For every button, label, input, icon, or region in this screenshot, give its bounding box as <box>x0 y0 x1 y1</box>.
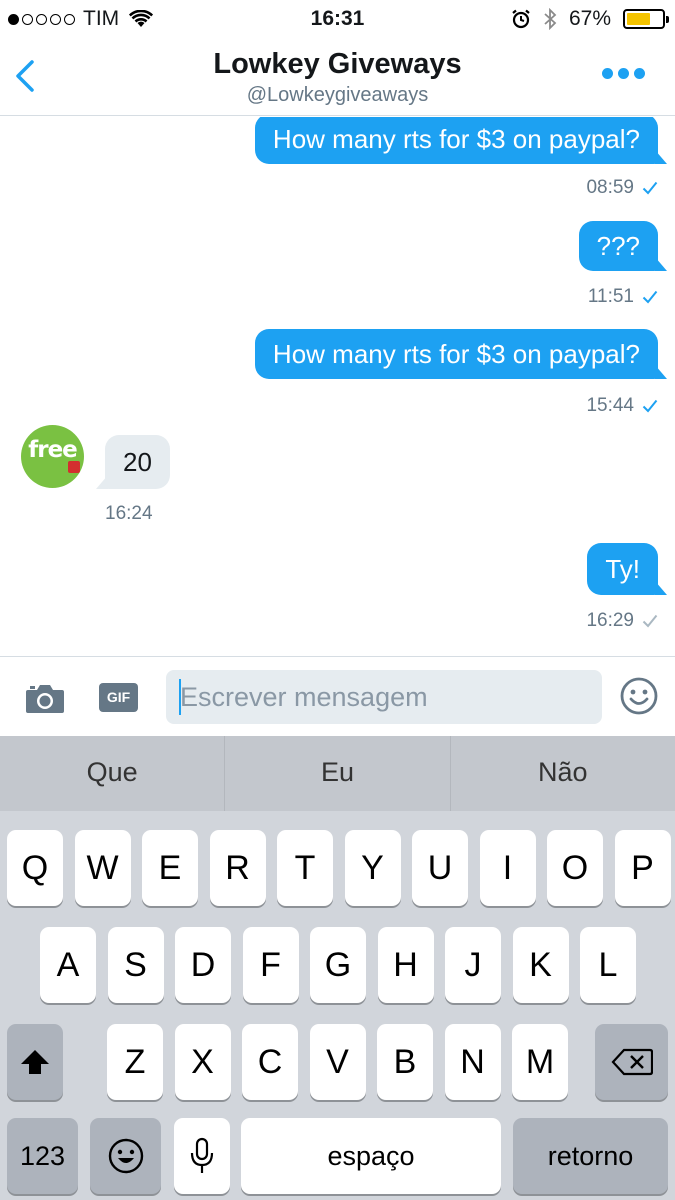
numbers-key[interactable]: 123 <box>7 1118 78 1194</box>
conversation-title[interactable]: Lowkey Giveways <box>0 48 675 81</box>
key-p[interactable]: P <box>614 830 671 906</box>
on-screen-keyboard: Que Eu Não QWERTYUIOP ASDFGHJKL ZXCVBNM 12… <box>0 736 675 1200</box>
microphone-icon <box>190 1137 214 1173</box>
gif-button[interactable]: GIF <box>99 683 138 712</box>
conversation-header: Lowkey Giveways @Lowkeygiveaways <box>0 38 675 116</box>
message-meta: 15:44 <box>586 395 658 417</box>
suggestion-item[interactable]: Que <box>0 736 226 811</box>
key-r[interactable]: R <box>209 830 266 906</box>
more-options-button[interactable] <box>602 68 645 79</box>
key-z[interactable]: Z <box>107 1024 163 1100</box>
message-bubble[interactable]: How many rts for $3 on paypal? <box>254 117 668 164</box>
emoji-keyboard-key[interactable] <box>90 1118 161 1194</box>
space-key[interactable]: espaço <box>241 1118 501 1194</box>
status-bar: TIM 16:31 67% <box>0 0 675 38</box>
key-t[interactable]: T <box>277 830 333 906</box>
message-bubble[interactable]: ??? <box>578 221 668 271</box>
key-q[interactable]: Q <box>7 830 63 906</box>
backspace-icon <box>611 1048 653 1076</box>
key-w[interactable]: W <box>74 830 131 906</box>
message-composer: GIF <box>0 656 675 736</box>
sent-check-icon <box>642 614 658 628</box>
message-bubble[interactable]: 20 <box>96 435 170 489</box>
key-u[interactable]: U <box>412 830 468 906</box>
message-meta: 08:59 <box>586 177 658 199</box>
message-bubble[interactable]: How many rts for $3 on paypal? <box>254 329 668 379</box>
bluetooth-icon <box>544 8 557 30</box>
dictation-key[interactable] <box>174 1118 230 1194</box>
key-c[interactable]: C <box>242 1024 298 1100</box>
avatar[interactable]: free <box>21 425 84 488</box>
key-l[interactable]: L <box>580 927 636 1003</box>
key-g[interactable]: G <box>310 927 366 1003</box>
key-s[interactable]: S <box>107 927 164 1003</box>
message-time: 16:29 <box>586 610 634 631</box>
key-a[interactable]: A <box>40 927 96 1003</box>
key-n[interactable]: N <box>444 1024 501 1100</box>
delete-key[interactable] <box>595 1024 668 1100</box>
return-key[interactable]: retorno <box>513 1118 668 1194</box>
key-x[interactable]: X <box>174 1024 231 1100</box>
suggestion-item[interactable]: Eu <box>225 736 451 811</box>
smiley-icon <box>620 677 658 715</box>
key-d[interactable]: D <box>175 927 231 1003</box>
emoji-button[interactable] <box>620 677 658 715</box>
key-k[interactable]: K <box>512 927 569 1003</box>
key-e[interactable]: E <box>142 830 198 906</box>
read-check-icon <box>642 290 658 304</box>
camera-icon <box>26 685 64 713</box>
key-o[interactable]: O <box>547 830 603 906</box>
key-f[interactable]: F <box>242 927 299 1003</box>
message-meta: 16:29 <box>586 610 658 632</box>
message-input[interactable] <box>166 670 602 724</box>
message-bubble[interactable]: Ty! <box>587 543 667 595</box>
camera-button[interactable] <box>25 682 65 714</box>
key-y[interactable]: Y <box>344 830 401 906</box>
key-v[interactable]: V <box>309 1024 366 1100</box>
read-check-icon <box>642 399 658 413</box>
message-meta: 11:51 <box>588 286 658 308</box>
emoji-icon <box>108 1138 143 1174</box>
battery-percent: 67% <box>568 7 611 30</box>
message-time: 16:24 <box>105 503 153 524</box>
avatar-logo-text: free <box>28 437 78 463</box>
key-i[interactable]: I <box>479 830 536 906</box>
avatar-badge <box>68 461 80 473</box>
shift-key[interactable] <box>7 1024 63 1100</box>
predictive-bar: Que Eu Não <box>0 736 675 811</box>
alarm-icon <box>512 9 530 29</box>
read-check-icon <box>642 181 658 195</box>
message-meta: 16:24 <box>105 503 153 525</box>
message-time: 08:59 <box>586 177 634 198</box>
key-b[interactable]: B <box>377 1024 433 1100</box>
message-list[interactable]: How many rts for $3 on paypal? 08:59 ???… <box>0 117 675 655</box>
key-j[interactable]: J <box>445 927 501 1003</box>
conversation-handle: @Lowkeygiveaways <box>246 84 429 106</box>
message-time: 15:44 <box>586 395 634 416</box>
key-m[interactable]: M <box>512 1024 568 1100</box>
shift-icon <box>21 1050 49 1074</box>
battery-icon <box>623 9 669 29</box>
suggestion-item[interactable]: Não <box>451 736 675 811</box>
key-h[interactable]: H <box>377 927 434 1003</box>
text-cursor <box>179 679 181 715</box>
message-time: 11:51 <box>587 286 634 307</box>
